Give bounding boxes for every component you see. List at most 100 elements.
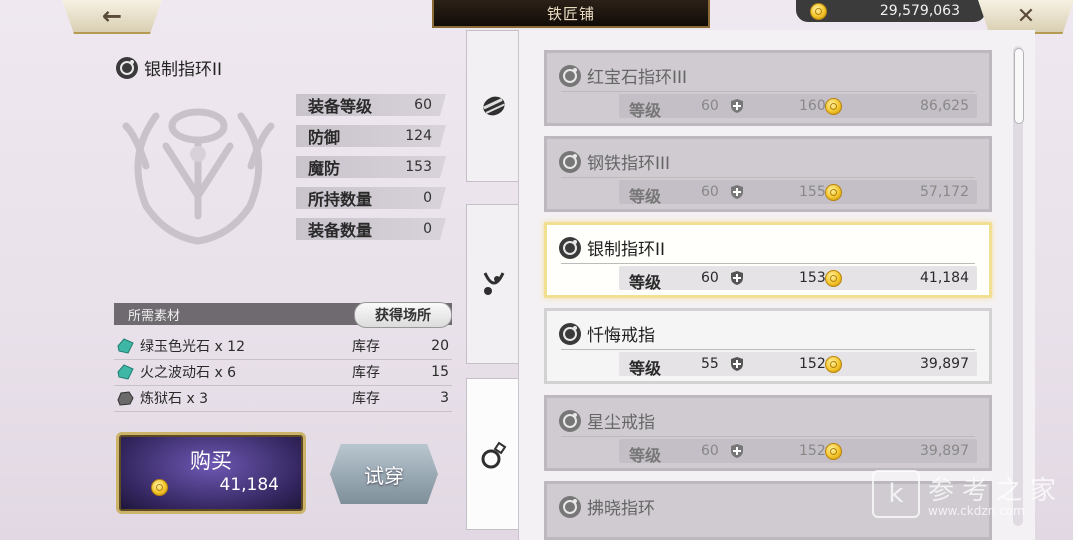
material-row: 绿玉色光石 x 12 库存 20 [114, 333, 452, 360]
level-value: 60 [701, 184, 719, 200]
buy-label: 购买 [190, 449, 232, 473]
stock-count: 20 [431, 338, 449, 354]
list-item-selected[interactable]: 银制指环II 等级 60 153 41,184 [544, 222, 992, 298]
watermark-text: 参考之家 [928, 476, 1065, 506]
gold-coin-icon [151, 479, 168, 496]
divider [561, 177, 975, 178]
gold-coin-icon [825, 98, 842, 115]
stat-value: 124 [405, 128, 432, 144]
stat-equipped-count: 装备数量 0 [296, 218, 446, 240]
back-arrow-icon: ← [101, 2, 123, 30]
shield-icon [731, 185, 743, 199]
material-row: 火之波动石 x 6 库存 15 [114, 359, 452, 386]
close-button[interactable]: ✕ [978, 0, 1073, 34]
material-name: 绿玉色光石 x 12 [140, 339, 245, 355]
scrollbar-thumb[interactable] [1014, 48, 1024, 124]
level-value: 55 [701, 356, 719, 372]
stat-label: 防御 [308, 128, 341, 147]
price-value: 86,625 [920, 98, 969, 114]
list-item[interactable]: 忏悔戒指 等级 55 152 39,897 [544, 308, 992, 384]
gold-coin-icon [825, 270, 842, 287]
try-on-button[interactable]: 试穿 [330, 444, 438, 504]
stat-defense: 防御 124 [296, 125, 446, 147]
gold-coin-icon [810, 2, 827, 20]
back-button[interactable]: ← [62, 0, 162, 34]
level-value: 60 [701, 443, 719, 459]
tab-bracelet[interactable] [466, 30, 521, 182]
buy-price: 41,184 [219, 475, 279, 495]
obtain-location-button[interactable]: 获得场所 [354, 302, 452, 328]
stat-owned-count: 所持数量 0 [296, 187, 446, 209]
green-gem-icon [117, 364, 134, 380]
stock-label: 库存 [352, 391, 380, 407]
gold-coin-icon [825, 356, 842, 373]
divider [561, 349, 975, 350]
material-name: 炼狱石 x 3 [140, 391, 209, 407]
tab-ring[interactable] [466, 378, 521, 530]
stat-value: 0 [423, 190, 432, 206]
list-item[interactable]: 星尘戒指 等级 60 152 39,897 [544, 395, 992, 471]
stat-value: 60 [414, 97, 432, 113]
green-gem-icon [117, 338, 134, 354]
ring-icon [559, 150, 581, 173]
bracelet-icon [483, 96, 505, 116]
level-value: 60 [701, 98, 719, 114]
list-item[interactable]: 红宝石指环III 等级 60 160 86,625 [544, 50, 992, 126]
level-value: 60 [701, 270, 719, 286]
price-value: 57,172 [920, 184, 969, 200]
blacksmith-screen: ← 铁匠铺 29,579,063 ✕ 银制指环II 装备等级 60 防御 124… [0, 0, 1073, 540]
material-name: 火之波动石 x 6 [140, 365, 237, 381]
shield-icon [731, 99, 743, 113]
stat-equip-level: 装备等级 60 [296, 94, 446, 116]
defense-value: 152 [799, 443, 826, 459]
gold-coin-icon [825, 443, 842, 460]
stock-label: 库存 [352, 339, 380, 355]
item-stats: 等级 60 160 86,625 [619, 94, 977, 120]
ring-icon [559, 236, 581, 259]
stat-magic-defense: 魔防 153 [296, 156, 446, 178]
defense-value: 155 [799, 184, 826, 200]
stat-value: 0 [423, 221, 432, 237]
shield-icon [731, 357, 743, 371]
material-row: 炼狱石 x 3 库存 3 [114, 385, 452, 412]
gold-coin-icon [825, 184, 842, 201]
item-name: 拂晓指环 [587, 499, 655, 519]
stock-label: 库存 [352, 365, 380, 381]
gold-amount: 29,579,063 [879, 3, 960, 19]
item-title: 银制指环II [116, 55, 222, 80]
stat-label: 魔防 [308, 159, 341, 178]
buy-button[interactable]: 购买 41,184 [116, 432, 306, 514]
stat-value: 153 [405, 159, 432, 175]
level-label: 等级 [629, 359, 662, 378]
necklace-icon [483, 272, 505, 295]
stat-label: 装备等级 [308, 97, 373, 116]
price-value: 39,897 [920, 356, 969, 372]
item-name: 红宝石指环III [587, 68, 688, 88]
ring-icon [481, 441, 507, 469]
item-name: 银制指环II [587, 240, 666, 260]
item-stats: 等级 60 155 57,172 [619, 180, 977, 206]
ring-icon [559, 495, 581, 518]
shield-icon [731, 444, 743, 458]
item-stats: 等级 60 153 41,184 [619, 266, 977, 292]
list-item[interactable]: 钢铁指环III 等级 60 155 57,172 [544, 136, 992, 212]
tab-necklace[interactable] [466, 204, 521, 364]
defense-value: 153 [799, 270, 826, 286]
divider [561, 436, 975, 437]
close-icon: ✕ [1016, 3, 1036, 29]
stock-count: 3 [440, 390, 449, 406]
title-plate: 铁匠铺 [432, 0, 710, 28]
stock-count: 15 [431, 364, 449, 380]
gold-display: 29,579,063 [796, 0, 986, 22]
watermark: k 参考之家 www.ckdzn.com [868, 468, 1068, 534]
item-name: 银制指环II [144, 60, 223, 80]
stat-label: 装备数量 [308, 221, 373, 240]
item-name: 忏悔戒指 [587, 326, 655, 346]
level-label: 等级 [629, 446, 662, 465]
materials-header-label: 所需素材 [128, 308, 181, 324]
divider [561, 263, 975, 264]
item-name: 星尘戒指 [587, 413, 655, 433]
try-on-label: 试穿 [364, 463, 404, 488]
level-label: 等级 [629, 101, 662, 120]
defense-value: 160 [799, 98, 826, 114]
